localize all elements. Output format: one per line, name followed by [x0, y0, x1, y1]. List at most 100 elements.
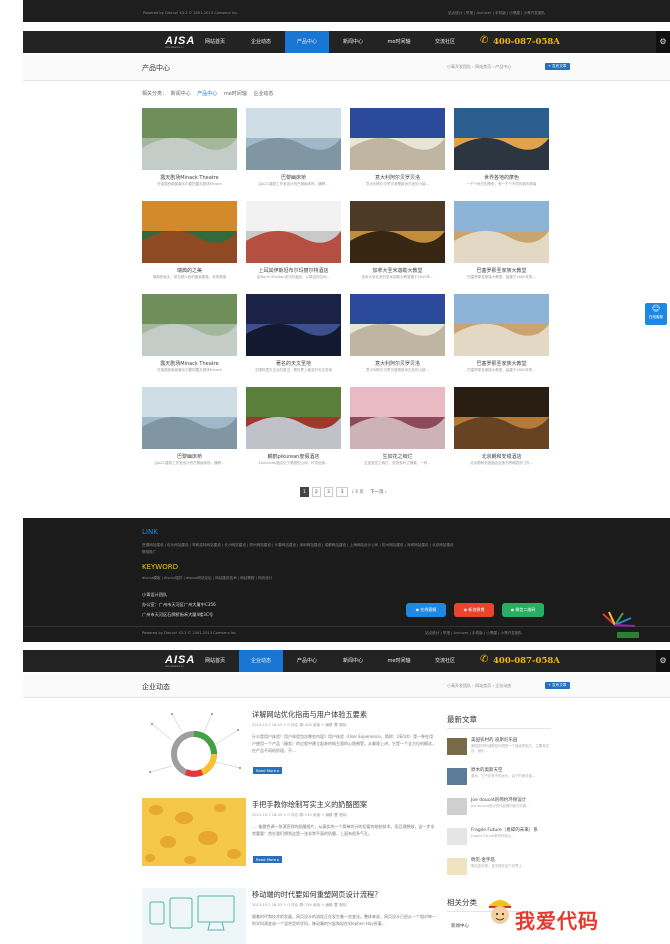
read-more-button-2[interactable]: Read More ▸	[253, 856, 283, 863]
product-thumbnail[interactable]	[246, 108, 341, 170]
product-desc: 由Norm Shelton设计的酒店，以简洁的空间…	[257, 275, 330, 279]
nav2-item-news[interactable]: 企业动态	[239, 650, 283, 672]
product-title[interactable]: 巴塞罗那圣家族大教堂	[454, 267, 549, 274]
nav-item-products[interactable]: 产品中心	[285, 31, 329, 53]
footer-bottom-links[interactable]: 站点统计 | 举报 | Archiver | 手机版 | 小黑屋 | 小青开发团…	[425, 631, 522, 636]
product-thumbnail[interactable]	[142, 387, 237, 449]
product-desc: 由AZC建筑工作室设计的巴黎幽床桥，横跨…	[154, 461, 225, 465]
article-title-2[interactable]: 手把手教你绘制写实主义的奶酪图案	[252, 800, 367, 810]
footer-links[interactable]: 资源网站建设 | 包头网站建设 | 呼和浩特网站建设 | 长沙网站建设 | 郑州…	[142, 543, 454, 548]
latest-article-item[interactable]: 美国农村的 迪斯尼乐园 美国农村的迪斯尼乐园是一个遥远的地方，主要有生存、娱乐…	[447, 737, 551, 759]
product-thumbnail[interactable]	[142, 201, 237, 263]
latest-article-desc: 明见金字塔，金字塔在这个世界上…	[471, 864, 526, 868]
article-thumb-3[interactable]	[142, 888, 246, 944]
product-thumbnail[interactable]	[246, 387, 341, 449]
nav2-item-home[interactable]: 网站首页	[193, 650, 237, 672]
footer-address-1: 办公室：广州市天河区广州大厦中C356	[142, 602, 216, 607]
product-title[interactable]: 北京朗和安缦酒店	[454, 453, 549, 460]
nav2-item-timeline[interactable]: me时间轴	[377, 650, 421, 672]
online-service-button[interactable]: ◉ 在线客服	[406, 603, 446, 617]
product-title[interactable]: 加拿大圣米迦勒大教堂	[350, 267, 445, 274]
latest-article-item[interactable]: Fragile Future（易碎的未来）系 Fragile Future系列作品…	[447, 827, 551, 849]
category-company[interactable]: 企业动态	[253, 91, 273, 97]
read-more-button-1[interactable]: Read More ▸	[253, 767, 283, 774]
page-1[interactable]: 1	[300, 487, 309, 497]
mascot-logo-icon	[602, 611, 639, 638]
latest-article-thumb	[447, 768, 467, 785]
nav2-item-community[interactable]: 交流社区	[423, 650, 467, 672]
next-page-link[interactable]: 下一页 ›	[370, 489, 387, 495]
nav-item-community[interactable]: 交流社区	[423, 31, 467, 53]
weibo-button[interactable]: ◉ 新浪微博	[454, 603, 494, 617]
product-thumbnail[interactable]	[454, 201, 549, 263]
product-title[interactable]: 生如花之绚烂	[350, 453, 445, 460]
nav2-item-news-center[interactable]: 新闻中心	[331, 650, 375, 672]
article-thumb-1[interactable]	[142, 710, 246, 780]
footer-keywords[interactable]: discuz模板 | discuz插件 | discuz网站论坛 | 网站建设技…	[142, 576, 272, 581]
top-footer-links[interactable]: 站点统计 | 举报 | Archiver | 手机版 | 小黑屋 | 小青开发团…	[448, 11, 545, 16]
article-title-3[interactable]: 移动端的时代要如何重塑网页设计流程？	[252, 890, 381, 900]
category-timeline[interactable]: me时间轴	[224, 91, 247, 97]
product-title[interactable]: 麟鹤pikurean度假酒店	[246, 453, 341, 460]
product-title[interactable]: 巴黎幽床桥	[246, 174, 341, 181]
product-title[interactable]: 巴塞罗那圣家族大教堂	[454, 360, 549, 367]
category-news[interactable]: 新闻中心	[171, 91, 191, 97]
product-thumbnail[interactable]	[350, 108, 445, 170]
article-thumb-2[interactable]	[142, 798, 246, 866]
site-logo[interactable]: AISA www.aisacms.cn	[165, 35, 195, 49]
publish-button[interactable]: + 发布文章	[545, 63, 570, 70]
product-title[interactable]: 瑞典的之美	[142, 267, 237, 274]
nav-item-home[interactable]: 网站首页	[193, 31, 237, 53]
category-label: 相关分类：	[142, 91, 168, 97]
news-breadcrumb[interactable]: 小青开发团队 › 网站首页 › 企业动态	[447, 683, 511, 689]
latest-article-item[interactable]: Joe doucet的简约环保设计 Joe doucet设计的作品简约而又环保…	[447, 797, 551, 819]
product-thumbnail[interactable]	[454, 387, 549, 449]
article-title-1[interactable]: 详解网站优化指南与用户体验五要素	[252, 710, 367, 720]
article-meta-3: 2013-10-7 18:33 ✎ 0 评论 👁 239 阅读 ✎ 编辑 🗑 删…	[252, 903, 347, 907]
product-thumbnail[interactable]	[142, 108, 237, 170]
page-2[interactable]: 2	[312, 487, 321, 497]
gear-icon[interactable]: ⚙	[656, 31, 670, 53]
product-thumbnail[interactable]	[350, 201, 445, 263]
product-title[interactable]: 露天剧场Minack Theatre	[142, 174, 237, 181]
product-thumbnail[interactable]	[246, 294, 341, 356]
product-desc: 巴塞罗那圣家族大教堂，始建于1882年的…	[467, 368, 536, 372]
product-desc: 加拿大多伦多的圣米迦勒大教堂建于1845年…	[361, 275, 434, 279]
news-publish-button[interactable]: + 发布文章	[545, 682, 570, 689]
page-3[interactable]: 3	[324, 487, 333, 497]
sidebar-divider	[447, 728, 551, 729]
product-desc: 在英国西南部康沃尔郡的露天剧场Minack	[157, 182, 222, 186]
product-thumbnail[interactable]	[350, 387, 445, 449]
product-thumbnail[interactable]	[454, 294, 549, 356]
float-qq-button[interactable]: ☺ 在线客服	[645, 303, 667, 325]
latest-article-item[interactable]: 原木的奥斯天空 原木，它千年来不的木头，由于时间流逝…	[447, 767, 551, 789]
category-item[interactable]: 新闻中心	[451, 923, 469, 929]
category-products[interactable]: 产品中心	[197, 91, 217, 97]
product-thumbnail[interactable]	[454, 108, 549, 170]
product-title[interactable]: 意大利阿尔贝罗贝洛	[350, 360, 445, 367]
breadcrumb[interactable]: 小青开发团队 › 网站首页 › 产品中心	[447, 64, 511, 70]
news-page-title: 企业动态	[142, 683, 170, 691]
product-thumbnail[interactable]	[142, 294, 237, 356]
latest-article-thumb	[447, 738, 467, 755]
latest-article-title: 原木的奥斯天空	[471, 768, 503, 773]
product-thumbnail[interactable]	[350, 294, 445, 356]
footer-links-row2[interactable]: 联络推广	[142, 550, 156, 555]
wechat-button[interactable]: ◉ 微信二维码	[502, 603, 544, 617]
latest-article-item[interactable]: 明见·金字塔 明见金字塔，金字塔在这个世界上…	[447, 857, 551, 879]
site-logo-2[interactable]: AISA www.aisacms.cn	[165, 654, 195, 668]
product-title[interactable]: 世界各地的摩色	[454, 174, 549, 181]
product-title[interactable]: 著名的天文圣地	[246, 360, 341, 367]
product-thumbnail[interactable]	[246, 201, 341, 263]
product-title[interactable]: 巴黎幽床桥	[142, 453, 237, 460]
nav-item-news[interactable]: 企业动态	[239, 31, 283, 53]
product-title[interactable]: 露天剧场Minack Theatre	[142, 360, 237, 367]
page-jump-input[interactable]: 3	[336, 487, 348, 497]
nav-item-news-center[interactable]: 新闻中心	[331, 31, 375, 53]
nav2-item-products[interactable]: 产品中心	[285, 650, 329, 672]
product-title[interactable]: 上耳其伊斯坦布尔玛丽尔特酒店	[246, 267, 341, 274]
product-title[interactable]: 意大利阿尔贝罗贝洛	[350, 174, 445, 181]
gear-icon-2[interactable]: ⚙	[656, 650, 670, 672]
nav-item-timeline[interactable]: me时间轴	[377, 31, 421, 53]
footer-divider	[23, 626, 670, 627]
